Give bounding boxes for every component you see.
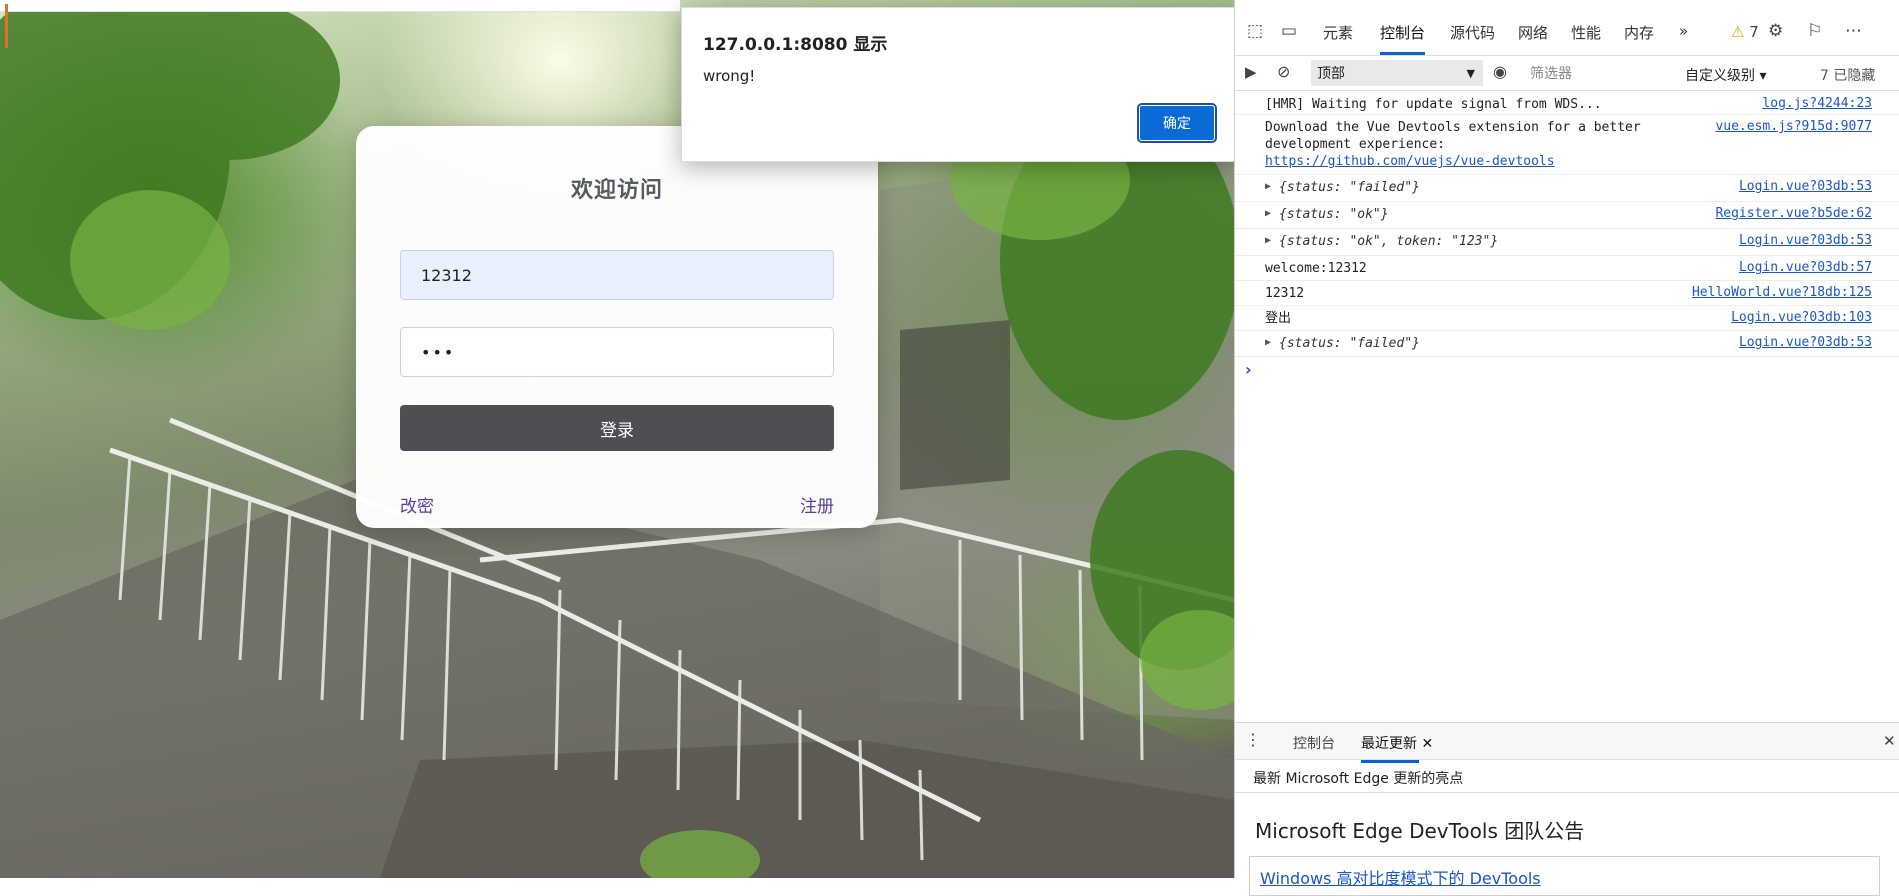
drawer-tab-whats-new-label: 最近更新: [1361, 736, 1417, 752]
tab-console[interactable]: 控制台: [1380, 22, 1426, 55]
console-object: {status: "failed"}: [1279, 180, 1420, 195]
console-source-link[interactable]: Login.vue?03db:53: [1739, 179, 1872, 194]
devtools-tab-bar: ⬚ ▭ 元素 控制台 源代码 网络 性能 内存 » ⚠ 7 ⚙ ⚐ ⋯: [1235, 12, 1899, 56]
show-sidebar-icon[interactable]: ▶: [1245, 63, 1257, 81]
password-input[interactable]: •••: [400, 327, 834, 377]
login-title: 欢迎访问: [570, 178, 663, 203]
console-message: 登出: [1265, 311, 1292, 326]
console-source-link[interactable]: Login.vue?03db:57: [1739, 260, 1872, 275]
console-source-link[interactable]: HelloWorld.vue?18db:125: [1692, 285, 1872, 300]
chevron-down-icon: ▼: [1466, 66, 1475, 80]
console-source-link[interactable]: log.js?4244:23: [1762, 96, 1872, 111]
vue-devtools-link[interactable]: https://github.com/vuejs/vue-devtools: [1265, 154, 1555, 169]
alert-ok-button[interactable]: 确定: [1137, 103, 1217, 143]
device-emulation-icon[interactable]: ▭: [1281, 21, 1297, 41]
tab-memory[interactable]: 内存: [1624, 22, 1654, 43]
console-filter-input[interactable]: 筛选器: [1524, 60, 1654, 86]
alert-message: wrong!: [703, 67, 756, 85]
inspect-element-icon[interactable]: ⬚: [1247, 21, 1263, 41]
news-title: Microsoft Edge DevTools 团队公告: [1255, 819, 1585, 843]
console-row: 12312 HelloWorld.vue?18db:125: [1235, 281, 1899, 306]
more-tabs-icon[interactable]: »: [1679, 22, 1688, 40]
live-expression-eye-icon[interactable]: ◉: [1493, 62, 1507, 81]
alert-title: 127.0.0.1:8080 显示: [703, 35, 888, 55]
warnings-badge[interactable]: ⚠ 7: [1731, 23, 1759, 41]
drawer-tab-console[interactable]: 控制台: [1293, 733, 1335, 753]
feedback-icon[interactable]: ⚐: [1807, 21, 1822, 41]
console-row: [HMR] Waiting for update signal from WDS…: [1235, 92, 1899, 115]
console-prompt-icon[interactable]: ›: [1245, 360, 1252, 379]
warning-icon: ⚠: [1731, 23, 1745, 41]
expand-triangle-icon[interactable]: ▶: [1265, 181, 1271, 192]
console-message: [HMR] Waiting for update signal from WDS…: [1265, 97, 1602, 112]
change-password-link[interactable]: 改密: [400, 492, 434, 517]
clear-console-icon[interactable]: ⊘: [1277, 62, 1290, 81]
console-message: welcome:12312: [1265, 261, 1367, 276]
tab-network[interactable]: 网络: [1518, 22, 1548, 43]
register-link[interactable]: 注册: [800, 492, 834, 517]
console-output: [HMR] Waiting for update signal from WDS…: [1235, 92, 1899, 722]
drawer-tab-bar: ⋮ 控制台 最近更新 ✕ ✕: [1235, 722, 1899, 763]
drawer-tab-whats-new[interactable]: 最近更新 ✕: [1361, 733, 1433, 763]
console-source-link[interactable]: Login.vue?03db:53: [1739, 335, 1872, 350]
console-object: {status: "failed"}: [1279, 336, 1420, 351]
close-tab-icon[interactable]: ✕: [1421, 736, 1433, 752]
console-object: {status: "ok"}: [1279, 207, 1389, 222]
news-link[interactable]: Windows 高对比度模式下的 DevTools: [1249, 856, 1880, 896]
tab-sources[interactable]: 源代码: [1450, 22, 1495, 43]
drawer-menu-icon[interactable]: ⋮: [1245, 730, 1261, 749]
alert-dialog: 127.0.0.1:8080 显示 wrong! 确定: [681, 7, 1237, 162]
console-row[interactable]: ▶ {status: "ok"} Register.vue?b5de:62: [1235, 202, 1899, 229]
context-select[interactable]: 顶部 ▼: [1311, 60, 1483, 86]
settings-gear-icon[interactable]: ⚙: [1768, 21, 1783, 41]
console-object: {status: "ok", token: "123"}: [1279, 234, 1499, 249]
tab-performance[interactable]: 性能: [1571, 22, 1601, 43]
console-source-link[interactable]: Register.vue?b5de:62: [1715, 206, 1872, 221]
console-row[interactable]: ▶ {status: "failed"} Login.vue?03db:53: [1235, 331, 1899, 357]
console-message: Download the Vue Devtools extension for …: [1265, 120, 1641, 135]
console-source-link[interactable]: Login.vue?03db:103: [1731, 310, 1872, 325]
console-row[interactable]: ▶ {status: "ok", token: "123"} Login.vue…: [1235, 229, 1899, 256]
console-source-link[interactable]: Login.vue?03db:53: [1739, 233, 1872, 248]
log-level-select[interactable]: 自定义级别 ▾: [1685, 65, 1766, 85]
hidden-messages-count: 7 已隐藏: [1820, 68, 1876, 84]
expand-triangle-icon[interactable]: ▶: [1265, 208, 1271, 219]
devtools-panel: ⬚ ▭ 元素 控制台 源代码 网络 性能 内存 » ⚠ 7 ⚙ ⚐ ⋯ ▶ ⊘ …: [1234, 0, 1899, 896]
whats-new-header: 最新 Microsoft Edge 更新的亮点: [1235, 761, 1899, 793]
tab-elements[interactable]: 元素: [1323, 22, 1353, 43]
console-message: 12312: [1265, 286, 1305, 301]
more-options-icon[interactable]: ⋯: [1845, 21, 1862, 41]
expand-triangle-icon[interactable]: ▶: [1265, 337, 1271, 348]
login-card: 欢迎访问 12312 ••• 登录 改密 注册: [356, 126, 878, 528]
expand-triangle-icon[interactable]: ▶: [1265, 235, 1271, 246]
username-input[interactable]: 12312: [400, 250, 834, 300]
console-row: Download the Vue Devtools extension for …: [1235, 115, 1899, 175]
close-drawer-icon[interactable]: ✕: [1883, 732, 1896, 750]
browser-page-top-strip: [0, 0, 680, 12]
page-edge-marker: [5, 4, 8, 48]
console-toolbar: ▶ ⊘ 顶部 ▼ ◉ 筛选器 自定义级别 ▾ 7 已隐藏: [1235, 57, 1899, 91]
console-row: 登出 Login.vue?03db:103: [1235, 306, 1899, 331]
login-button[interactable]: 登录: [400, 405, 834, 451]
console-row[interactable]: ▶ {status: "failed"} Login.vue?03db:53: [1235, 175, 1899, 202]
console-source-link[interactable]: vue.esm.js?915d:9077: [1715, 119, 1872, 134]
warnings-count: 7: [1749, 23, 1759, 41]
console-row: welcome:12312 Login.vue?03db:57: [1235, 256, 1899, 281]
context-select-value: 顶部: [1317, 66, 1345, 82]
console-message-continued: development experience:: [1265, 137, 1446, 152]
